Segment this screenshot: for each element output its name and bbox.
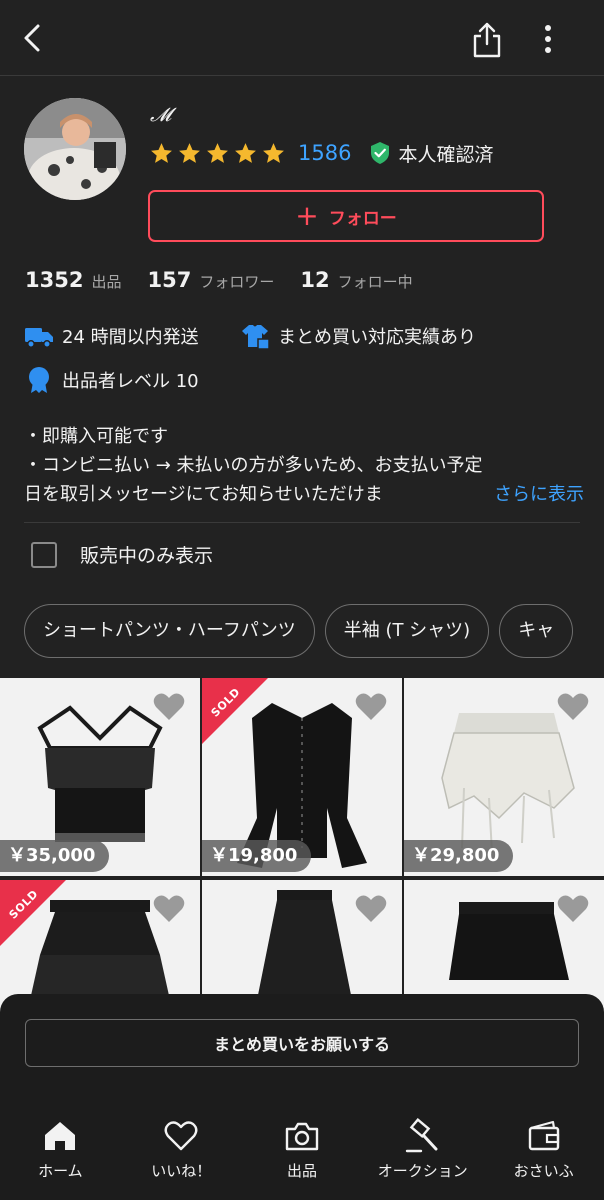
- stat-following[interactable]: 12 フォロー中: [300, 268, 412, 292]
- tab-label: オークション: [377, 1162, 468, 1180]
- stat-listings[interactable]: 1352 出品: [25, 268, 121, 292]
- tab-home[interactable]: ホーム: [0, 1114, 121, 1200]
- follow-label: フォロー: [328, 208, 397, 229]
- profile-description: ・即購入可能です ・コンビニ払い → 未払いの方が多いため、お支払い予定 日を取…: [24, 422, 584, 509]
- camera-icon: [285, 1122, 319, 1151]
- item-price: ￥29,800: [404, 840, 514, 872]
- heart-icon[interactable]: [556, 894, 590, 924]
- shirt-icon: [242, 325, 270, 350]
- badge-fast-shipping: 24 時間以内発送: [24, 322, 199, 350]
- tab-label: 出品: [286, 1162, 317, 1180]
- description-line: ・即購入可能です: [24, 426, 168, 447]
- description-line-truncated: 日を取引メッセージにてお知らせいただけま さらに表示: [24, 480, 584, 509]
- stat-followers[interactable]: 157 フォロワー: [147, 268, 274, 292]
- heart-icon[interactable]: [354, 894, 388, 924]
- verified-label: 本人確認済: [398, 143, 494, 166]
- item-card[interactable]: SOLD ￥19,800: [202, 678, 402, 876]
- item-card[interactable]: ￥29,800: [404, 678, 604, 876]
- badge-label: まとめ買い対応実績あり: [278, 327, 476, 348]
- stat-value: 12: [300, 268, 330, 292]
- tab-label: ホーム: [38, 1162, 83, 1180]
- tab-wallet[interactable]: おさいふ: [483, 1114, 604, 1200]
- tab-label: いいね！: [151, 1162, 212, 1180]
- share-icon: [473, 22, 501, 58]
- bottom-panel: まとめ買いをお願いする ホーム いいね！ 出品 オークション おさいふ: [0, 994, 604, 1200]
- category-chip[interactable]: 半袖 (T シャツ): [324, 604, 490, 658]
- chevron-left-icon: [24, 24, 40, 52]
- heart-icon[interactable]: [556, 692, 590, 722]
- review-count[interactable]: 1586: [298, 141, 351, 165]
- stat-label: フォロワー: [199, 273, 275, 291]
- avatar[interactable]: [24, 98, 126, 200]
- description-line: ・コンビニ払い → 未払いの方が多いため、お支払い予定: [24, 455, 483, 476]
- tab-auction[interactable]: オークション: [362, 1114, 483, 1200]
- truck-icon: [25, 328, 53, 348]
- share-button[interactable]: [470, 20, 504, 60]
- tab-likes[interactable]: いいね！: [121, 1114, 242, 1200]
- heart-icon[interactable]: [354, 692, 388, 722]
- heart-icon: [164, 1121, 198, 1151]
- badge-bulk-purchase: まとめ買い対応実績あり: [240, 322, 476, 350]
- description-line: 日を取引メッセージにてお知らせいただけま: [24, 484, 383, 505]
- rating-row[interactable]: 1586 本人確認済: [149, 138, 493, 168]
- wallet-icon: [528, 1120, 559, 1151]
- show-more-link[interactable]: さらに表示: [480, 480, 584, 509]
- bottom-tab-bar: ホーム いいね！ 出品 オークション おさいふ: [0, 1114, 604, 1200]
- star-icon: [263, 142, 284, 163]
- tab-sell[interactable]: 出品: [242, 1114, 363, 1200]
- more-options-button[interactable]: [536, 22, 560, 56]
- star-icon: [151, 142, 172, 163]
- category-chip[interactable]: キャ: [499, 604, 574, 658]
- avatar-image: [24, 98, 126, 200]
- star-icon: [207, 142, 228, 163]
- top-bar: [0, 0, 604, 76]
- seller-name: 𝓜: [150, 104, 172, 126]
- bulk-request-button[interactable]: まとめ買いをお願いする: [25, 1019, 579, 1067]
- medal-icon: [29, 367, 49, 393]
- item-card[interactable]: ￥35,000: [0, 678, 200, 876]
- item-price: ￥19,800: [202, 840, 312, 872]
- heart-icon[interactable]: [152, 894, 186, 924]
- stat-label: フォロー中: [337, 273, 413, 291]
- home-icon: [45, 1122, 76, 1150]
- stat-value: 1352: [25, 268, 84, 292]
- item-price: ￥35,000: [0, 840, 110, 872]
- badge-label: 出品者レベル 10: [62, 371, 199, 392]
- star-icon: [179, 142, 200, 163]
- on-sale-only-checkbox[interactable]: [31, 542, 57, 568]
- badge-seller-level: 出品者レベル 10: [24, 366, 199, 394]
- back-button[interactable]: [18, 22, 48, 54]
- divider: [24, 522, 580, 523]
- category-chips: ショートパンツ・ハーフパンツ 半袖 (T シャツ) キャ: [24, 604, 604, 660]
- plus-icon: +: [295, 199, 319, 232]
- seller-stats: 1352 出品 157 フォロワー 12 フォロー中: [25, 268, 413, 292]
- badge-label: 24 時間以内発送: [62, 327, 199, 348]
- verified-shield-icon: [371, 142, 390, 164]
- stat-value: 157: [147, 268, 192, 292]
- gavel-icon: [405, 1118, 438, 1153]
- tab-label: おさいふ: [513, 1162, 574, 1180]
- heart-icon[interactable]: [152, 692, 186, 722]
- star-icon: [235, 142, 256, 163]
- more-vertical-icon: [545, 25, 551, 53]
- sold-badge: SOLD: [202, 678, 268, 744]
- on-sale-only-label[interactable]: 販売中のみ表示: [80, 541, 213, 568]
- follow-button[interactable]: + フォロー: [148, 190, 544, 242]
- stat-label: 出品: [91, 273, 122, 291]
- sold-badge: SOLD: [0, 880, 66, 946]
- category-chip[interactable]: ショートパンツ・ハーフパンツ: [24, 604, 315, 658]
